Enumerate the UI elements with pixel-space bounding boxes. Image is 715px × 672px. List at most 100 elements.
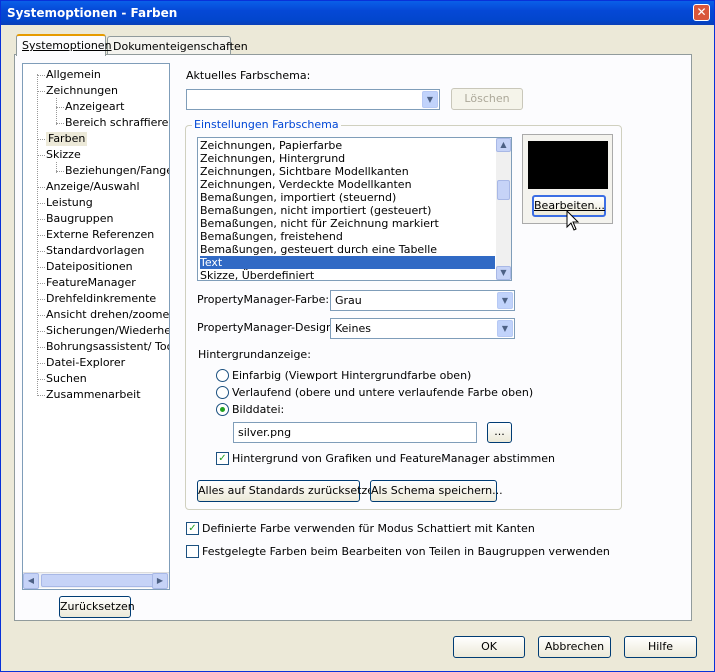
chevron-down-icon[interactable]: ▼ [497, 320, 513, 337]
tab-systemoptionen[interactable]: Systemoptionen [16, 34, 112, 56]
tree-line [56, 98, 57, 125]
tree-connector [56, 123, 64, 124]
tree-item[interactable]: Ansicht drehen/zoomen [46, 308, 169, 322]
scroll-down-icon[interactable]: ▼ [496, 266, 511, 280]
save-scheme-button[interactable]: Als Schema speichern... [370, 480, 503, 502]
close-icon[interactable]: ✕ [693, 4, 710, 21]
pm-color-value: Grau [335, 294, 362, 307]
browse-label: ... [494, 425, 505, 438]
list-item[interactable]: Zeichnungen, Papierfarbe [200, 139, 342, 152]
tree-item[interactable]: Zusammenarbeit [46, 388, 141, 402]
cancel-label: Abbrechen [544, 640, 605, 653]
tab-label: Systemoptionen [22, 39, 112, 52]
list-item[interactable]: Bemaßungen, nicht importiert (gesteuert) [200, 204, 431, 217]
tree-item[interactable]: Dateipositionen [46, 260, 133, 274]
cancel-button[interactable]: Abbrechen [538, 636, 611, 658]
tree-item[interactable]: Drehfeldinkremente [46, 292, 156, 306]
shaded-edges-label: Definierte Farbe verwenden für Modus Sch… [202, 522, 535, 535]
tree-connector [37, 283, 45, 284]
tree-connector [37, 91, 45, 92]
tree-item[interactable]: Bohrungsassistent/ Toolb [46, 340, 169, 354]
tree-item[interactable]: Farben [46, 132, 88, 146]
pm-color-select[interactable]: Grau ▼ [330, 290, 515, 311]
tree-item[interactable]: Leistung [46, 196, 93, 210]
pm-color-label: PropertyManager-Farbe: [197, 293, 330, 306]
list-item[interactable]: Skizze, Überdefiniert [200, 269, 314, 280]
delete-scheme-button[interactable]: Löschen [451, 88, 523, 110]
radio-gradient-label: Verlaufend (obere und untere verlaufende… [232, 386, 534, 399]
list-item[interactable]: Text [200, 256, 495, 269]
tree-horizontal-scrollbar[interactable]: ◀ ▶ [23, 572, 169, 589]
list-item[interactable]: Zeichnungen, Verdeckte Modellkanten [200, 178, 412, 191]
tree-item[interactable]: Externe Referenzen [46, 228, 154, 242]
tree-item[interactable]: Allgemein [46, 68, 101, 82]
tree-connector [37, 299, 45, 300]
tree-connector [37, 203, 45, 204]
tree-item[interactable]: Skizze [46, 148, 81, 162]
list-scrollbar[interactable]: ▲ ▼ [496, 138, 511, 280]
browse-button[interactable]: ... [487, 422, 512, 443]
tree-item[interactable]: Baugruppen [46, 212, 113, 226]
tree-connector [37, 187, 45, 188]
list-item[interactable]: Bemaßungen, nicht für Zeichnung markiert [200, 217, 439, 230]
radio-gradient[interactable] [216, 386, 229, 399]
reset-tree-button[interactable]: Zurücksetzen [59, 596, 135, 618]
list-scroll-thumb[interactable] [497, 180, 510, 200]
scroll-up-icon[interactable]: ▲ [496, 138, 511, 152]
tree-item[interactable]: Bereich schraffieren/f [65, 116, 169, 130]
tree-connector [37, 267, 45, 268]
reset-tree-label: Zurücksetzen [60, 600, 135, 613]
tree-connector [37, 139, 45, 140]
tab-dokumenteigenschaften[interactable]: Dokumenteigenschaften [107, 36, 248, 56]
title-bar[interactable]: Systemoptionen - Farben ✕ [1, 1, 714, 25]
chevron-down-icon[interactable]: ▼ [422, 91, 438, 108]
tree-item[interactable]: Datei-Explorer [46, 356, 125, 370]
list-item[interactable]: Bemaßungen, gesteuert durch eine Tabelle [200, 243, 437, 256]
reset-defaults-label: Alles auf Standards zurücksetzen [198, 484, 381, 497]
tree-connector [37, 331, 45, 332]
tree-connector [37, 155, 45, 156]
tree-connector [37, 219, 45, 220]
list-item[interactable]: Bemaßungen, importiert (steuernd) [200, 191, 396, 204]
radio-image[interactable] [216, 403, 229, 416]
tree-connector [37, 75, 45, 76]
window-title: Systemoptionen - Farben [7, 6, 178, 20]
tree-item[interactable]: Anzeige/Auswahl [46, 180, 140, 194]
list-item[interactable]: Zeichnungen, Sichtbare Modellkanten [200, 165, 409, 178]
assembly-colors-checkbox[interactable] [186, 545, 199, 558]
color-item-list[interactable]: ▲ ▼ Zeichnungen, Papierfarbe Zeichnungen,… [197, 137, 512, 281]
help-button[interactable]: Hilfe [624, 636, 697, 658]
tree-connector [37, 363, 45, 364]
list-item[interactable]: Bemaßungen, freistehend [200, 230, 343, 243]
list-item[interactable]: Zeichnungen, Hintergrund [200, 152, 345, 165]
tree-connector [37, 347, 45, 348]
tree-item[interactable]: Anzeigeart [65, 100, 124, 114]
radio-solid[interactable] [216, 369, 229, 382]
scheme-label: Aktuelles Farbschema: [186, 69, 311, 82]
shaded-edges-checkbox[interactable]: ✓ [186, 522, 199, 535]
image-file-field[interactable]: silver.png [233, 422, 477, 443]
ok-button[interactable]: OK [453, 636, 525, 658]
background-label: Hintergrundanzeige: [198, 348, 311, 361]
radio-image-label: Bilddatei: [232, 403, 285, 416]
scroll-left-icon[interactable]: ◀ [23, 573, 39, 589]
scroll-thumb[interactable] [41, 574, 157, 587]
tree-item[interactable]: Sicherungen/Wiederherst [46, 324, 169, 338]
tree-item[interactable]: Beziehungen/Fangen [65, 164, 169, 178]
tree-connector [37, 235, 45, 236]
options-tree[interactable]: Allgemein Zeichnungen Anzeigeart Bereich sc… [22, 63, 170, 590]
reset-defaults-button[interactable]: Alles auf Standards zurücksetzen [197, 480, 381, 502]
tree-item[interactable]: Standardvorlagen [46, 244, 144, 258]
help-label: Hilfe [647, 640, 674, 653]
scheme-select[interactable]: ▼ [186, 89, 440, 110]
tree-connector [56, 171, 64, 172]
match-background-checkbox[interactable]: ✓ [216, 452, 229, 465]
tree-item[interactable]: FeatureManager [46, 276, 136, 290]
tree-item[interactable]: Zeichnungen [46, 84, 118, 98]
tree-item[interactable]: Suchen [46, 372, 87, 386]
scroll-right-icon[interactable]: ▶ [152, 573, 168, 589]
pm-design-select[interactable]: Keines ▼ [330, 318, 515, 339]
chevron-down-icon[interactable]: ▼ [497, 292, 513, 309]
tree-connector [37, 379, 45, 380]
pm-design-value: Keines [335, 322, 371, 335]
